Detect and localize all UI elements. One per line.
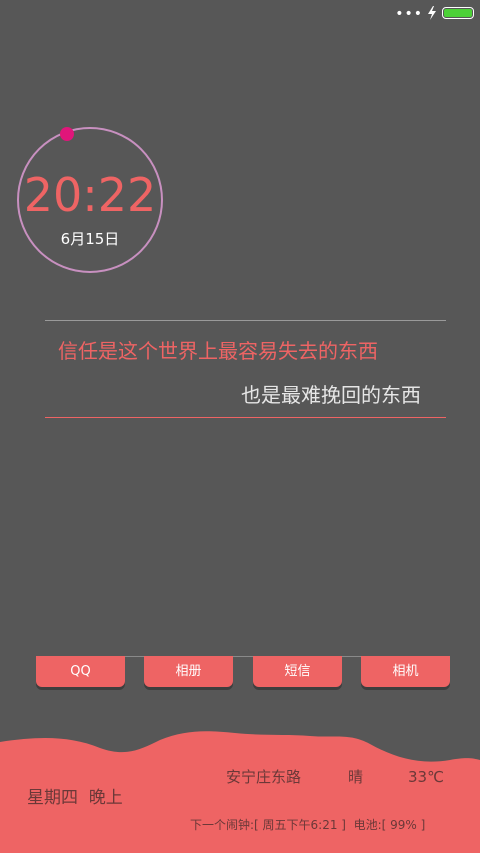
more-dots-icon: ••• [395,6,423,22]
clock-widget: 20:22 6月15日 [16,126,164,274]
temperature-text: 33℃ [408,768,444,786]
quote-line-1: 信任是这个世界上最容易失去的东西 [58,339,378,363]
camera-button[interactable]: 相机 [361,656,450,687]
quote-line-2: 也是最难挽回的东西 [241,383,421,407]
status-bar: ••• [0,0,480,28]
qq-button[interactable]: QQ [36,656,125,687]
battery-fill [444,9,472,17]
sms-button[interactable]: 短信 [253,656,342,687]
weather-text: 晴 [348,768,364,786]
charging-bolt-icon [428,6,436,20]
weekday-text: 星期四 晚上 [27,788,123,808]
location-text: 安宁庄东路 [226,768,302,786]
quote-divider-bottom [45,417,446,418]
quote-divider-top [45,320,446,321]
battery-icon [442,7,474,19]
clock-time: 20:22 [23,168,157,222]
app-shortcut-row: QQ 相册 短信 相机 [0,656,480,690]
alarm-battery-text: 下一个闹钟:[ 周五下午6:21 ] 电池:[ 99% ] [190,818,426,832]
album-button[interactable]: 相册 [144,656,233,687]
clock-date: 6月15日 [60,230,120,248]
